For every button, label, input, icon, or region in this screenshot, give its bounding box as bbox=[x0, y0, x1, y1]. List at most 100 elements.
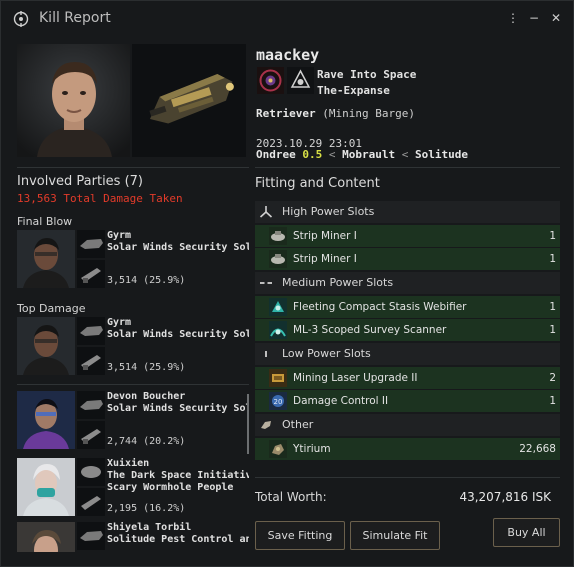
location-security: 0.5 bbox=[302, 148, 323, 161]
attacker-portrait[interactable] bbox=[17, 230, 75, 288]
fitting-item-row[interactable]: 20 Damage Control II 1 bbox=[255, 390, 560, 412]
victim-corporation[interactable]: Rave Into Space bbox=[317, 68, 416, 81]
attacker-ship-icon[interactable] bbox=[77, 458, 105, 486]
mining-laser-upgrade-icon bbox=[269, 369, 287, 387]
item-quantity: 1 bbox=[549, 230, 556, 242]
final-blow-attacker[interactable]: Gyrm Solar Winds Security Solutions 3,51… bbox=[17, 230, 249, 290]
divider bbox=[17, 384, 249, 385]
more-options-icon[interactable]: ⋮ bbox=[506, 11, 520, 25]
damage-control-icon: 20 bbox=[269, 392, 287, 410]
attacker-ship-icon[interactable] bbox=[77, 317, 105, 345]
attacker-corporation[interactable]: Solar Winds Security Solutions bbox=[107, 242, 249, 253]
other-items-header[interactable]: Other bbox=[255, 414, 560, 436]
attackers-scrollbar[interactable] bbox=[247, 394, 249, 454]
attacker-corporation[interactable]: Solar Winds Security Solutions bbox=[107, 403, 249, 414]
item-name: Strip Miner I bbox=[293, 230, 357, 242]
involved-parties-title: Involved Parties (7) bbox=[17, 174, 144, 189]
top-damage-attacker[interactable]: Gyrm Solar Winds Security Solutions 3,51… bbox=[17, 317, 249, 377]
victim-alliance[interactable]: The-Expanse bbox=[317, 84, 390, 97]
save-fitting-button[interactable]: Save Fitting bbox=[255, 521, 345, 550]
item-name: Mining Laser Upgrade II bbox=[293, 372, 418, 384]
total-damage-taken: 13,563 Total Damage Taken bbox=[17, 192, 183, 205]
strip-miner-icon bbox=[269, 227, 287, 245]
attacker-weapon-icon[interactable] bbox=[77, 260, 105, 288]
stasis-webifier-icon bbox=[269, 298, 287, 316]
fitting-item-row[interactable]: Strip Miner I 1 bbox=[255, 225, 560, 247]
attacker-list-item[interactable]: Xuixien The Dark Space Initiative Scary … bbox=[17, 458, 249, 518]
attacker-name[interactable]: Shiyela Torbil bbox=[107, 522, 191, 533]
item-name: Damage Control II bbox=[293, 395, 389, 407]
attacker-weapon-icon[interactable] bbox=[77, 488, 105, 516]
final-blow-label: Final Blow bbox=[17, 215, 73, 228]
kill-location: Ondree 0.5 < Mobrault < Solitude bbox=[256, 148, 468, 161]
fitting-item-row[interactable]: Strip Miner I 1 bbox=[255, 248, 560, 270]
item-quantity: 1 bbox=[549, 301, 556, 313]
attacker-alliance[interactable]: Scary Wormhole People bbox=[107, 482, 249, 493]
location-constellation[interactable]: Mobrault bbox=[342, 148, 395, 161]
top-damage-label: Top Damage bbox=[17, 302, 86, 315]
divider bbox=[17, 167, 249, 168]
item-quantity: 2 bbox=[549, 372, 556, 384]
close-icon[interactable]: ✕ bbox=[549, 11, 563, 25]
location-system[interactable]: Ondree bbox=[256, 148, 296, 161]
low-slots-label: Low Power Slots bbox=[282, 347, 371, 360]
attacker-ship-icon[interactable] bbox=[77, 391, 105, 419]
alliance-logo[interactable] bbox=[287, 67, 314, 94]
high-slots-header[interactable]: High Power Slots bbox=[255, 201, 560, 223]
attacker-portrait[interactable] bbox=[17, 458, 75, 516]
minimize-icon[interactable]: − bbox=[527, 11, 541, 25]
victim-ship-name[interactable]: Retriever bbox=[256, 107, 316, 120]
attacker-corporation[interactable]: Solar Winds Security Solutions bbox=[107, 329, 249, 340]
item-quantity: 22,668 bbox=[519, 443, 556, 455]
attacker-corporation[interactable]: Solitude Pest Control and Extermination bbox=[107, 534, 249, 545]
item-name: Fleeting Compact Stasis Webifier bbox=[293, 301, 467, 313]
simulate-fit-button[interactable]: Simulate Fit bbox=[350, 521, 440, 550]
fitting-item-row[interactable]: ML-3 Scoped Survey Scanner 1 bbox=[255, 319, 560, 341]
victim-portrait[interactable] bbox=[17, 44, 130, 157]
attacker-list-item[interactable]: Shiyela Torbil Solitude Pest Control and… bbox=[17, 522, 249, 552]
location-region[interactable]: Solitude bbox=[415, 148, 468, 161]
fitting-item-row[interactable]: Mining Laser Upgrade II 2 bbox=[255, 367, 560, 389]
ore-icon bbox=[269, 440, 287, 458]
victim-name[interactable]: maackey bbox=[256, 46, 319, 64]
buy-all-button[interactable]: Buy All bbox=[493, 518, 560, 547]
cargo-icon bbox=[261, 421, 271, 429]
fitting-item-row[interactable]: Ytirium 22,668 bbox=[255, 438, 560, 460]
attacker-damage: 2,195 (16.2%) bbox=[107, 503, 186, 514]
location-separator: < bbox=[401, 148, 409, 161]
attacker-name[interactable]: Xuixien bbox=[107, 458, 149, 469]
attacker-portrait[interactable] bbox=[17, 522, 75, 552]
attacker-name[interactable]: Devon Boucher bbox=[107, 391, 185, 402]
victim-ship-render[interactable] bbox=[132, 44, 246, 157]
window-title: Kill Report bbox=[39, 10, 111, 26]
attacker-corporation[interactable]: The Dark Space Initiative bbox=[107, 470, 249, 481]
item-quantity: 1 bbox=[549, 253, 556, 265]
attacker-name[interactable]: Gyrm bbox=[107, 317, 131, 328]
total-worth-value: 43,207,816 ISK bbox=[459, 490, 551, 504]
attacker-damage: 2,744 (20.2%) bbox=[107, 436, 186, 447]
strip-miner-icon bbox=[269, 250, 287, 268]
medium-slots-label: Medium Power Slots bbox=[282, 276, 394, 289]
corporation-logo[interactable] bbox=[257, 67, 284, 94]
attacker-weapon-icon[interactable] bbox=[77, 421, 105, 449]
title-bar[interactable]: Kill Report ⋮ − ✕ bbox=[1, 1, 574, 35]
kill-report-icon bbox=[13, 11, 29, 27]
attacker-list-item[interactable]: Devon Boucher Solar Winds Security Solut… bbox=[17, 391, 249, 451]
fitting-item-row[interactable]: Fleeting Compact Stasis Webifier 1 bbox=[255, 296, 560, 318]
medium-slots-header[interactable]: Medium Power Slots bbox=[255, 272, 560, 294]
attacker-ship-icon[interactable] bbox=[77, 522, 105, 550]
item-name: ML-3 Scoped Survey Scanner bbox=[293, 324, 447, 336]
attacker-weapon-icon[interactable] bbox=[77, 347, 105, 375]
kill-report-window: Kill Report ⋮ − ✕ maackey Rave Into Spac… bbox=[0, 0, 574, 567]
divider bbox=[255, 477, 560, 478]
other-items-label: Other bbox=[282, 418, 314, 431]
item-name: Strip Miner I bbox=[293, 253, 357, 265]
attacker-name[interactable]: Gyrm bbox=[107, 230, 131, 241]
attacker-portrait[interactable] bbox=[17, 391, 75, 449]
attacker-ship-icon[interactable] bbox=[77, 230, 105, 258]
location-separator: < bbox=[328, 148, 336, 161]
item-quantity: 1 bbox=[549, 395, 556, 407]
high-slot-icon bbox=[259, 206, 273, 218]
low-slots-header[interactable]: Low Power Slots bbox=[255, 343, 560, 365]
attacker-portrait[interactable] bbox=[17, 317, 75, 375]
